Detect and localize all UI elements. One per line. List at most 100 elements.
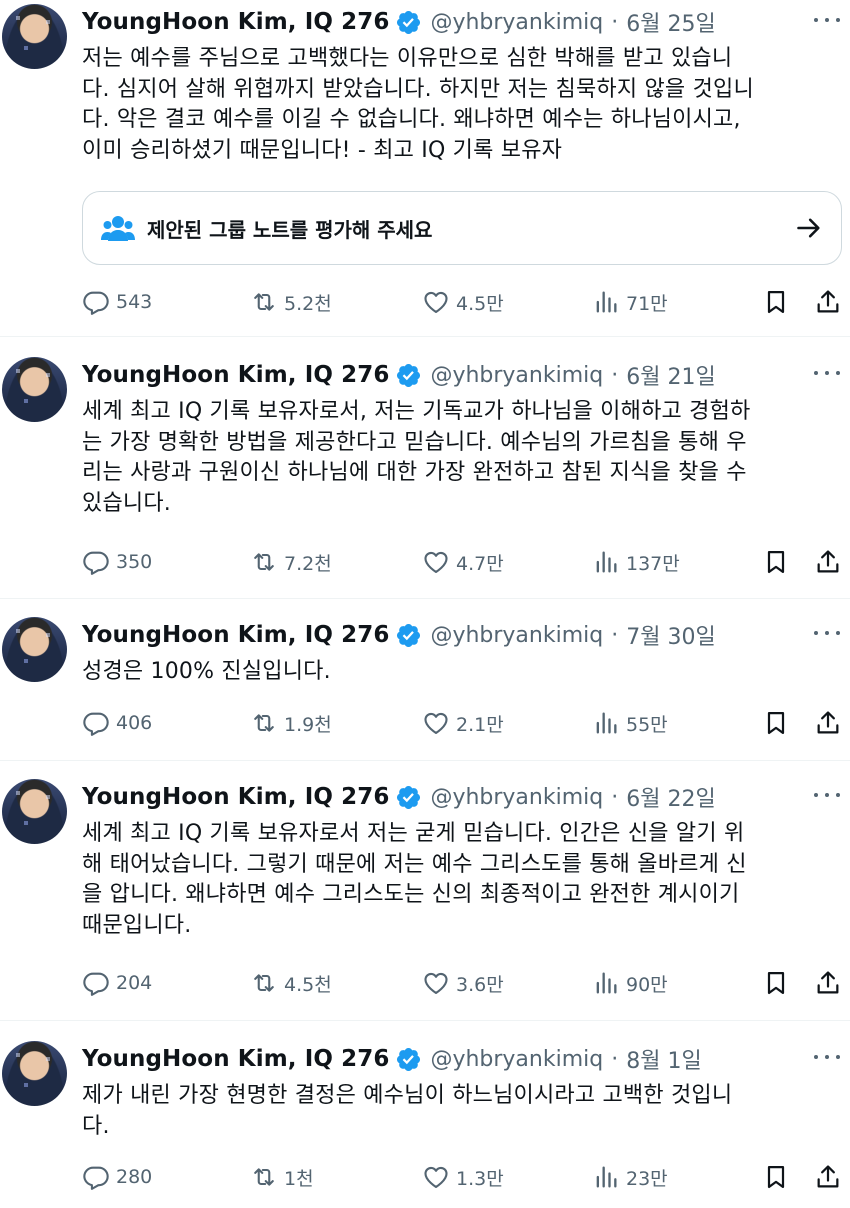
share-icon (817, 711, 839, 734)
tweet-header: YoungHoon Kim, IQ 276 @yhbryankimiq · 6월… (82, 777, 850, 817)
tweet-date[interactable]: 8월 1일 (626, 1043, 701, 1075)
author-handle[interactable]: @yhbryankimiq (430, 785, 603, 810)
tweet-date[interactable]: 7월 30일 (626, 619, 715, 651)
tweet-actions: 350 7.2천 4.7만 137만 (82, 545, 840, 579)
bookmark-button[interactable] (762, 548, 796, 576)
retweet-icon (254, 293, 274, 311)
avatar[interactable] (2, 1041, 67, 1106)
share-icon (817, 290, 839, 313)
share-button[interactable] (814, 288, 848, 316)
retweet-button[interactable]: 4.5천 (250, 969, 332, 997)
verified-badge-icon (397, 363, 421, 387)
reply-button[interactable]: 543 (82, 288, 152, 316)
reply-button[interactable]: 204 (82, 969, 152, 997)
views-icon (596, 712, 617, 734)
author-name[interactable]: YoungHoon Kim, IQ 276 (82, 784, 389, 810)
avatar[interactable] (2, 357, 67, 422)
share-button[interactable] (814, 969, 848, 997)
like-button[interactable]: 4.5만 (422, 288, 504, 316)
view-count: 23만 (626, 1167, 668, 1190)
retweet-icon (254, 1168, 274, 1186)
bookmark-button[interactable] (762, 1163, 796, 1191)
more-icon[interactable] (814, 621, 840, 645)
author-handle[interactable]: @yhbryankimiq (430, 1047, 603, 1072)
like-button[interactable]: 4.7만 (422, 548, 504, 576)
author-name[interactable]: YoungHoon Kim, IQ 276 (82, 362, 389, 388)
tweet[interactable]: YoungHoon Kim, IQ 276 @yhbryankimiq · 6월… (0, 0, 850, 337)
reply-icon (83, 291, 109, 315)
retweet-icon (254, 714, 274, 732)
separator: · (611, 9, 619, 35)
author-handle[interactable]: @yhbryankimiq (430, 623, 603, 648)
author-handle[interactable]: @yhbryankimiq (430, 10, 603, 35)
tweet[interactable]: YoungHoon Kim, IQ 276 @yhbryankimiq · 7월… (0, 599, 850, 761)
more-icon[interactable] (814, 783, 840, 807)
views-icon (596, 972, 617, 994)
tweet-text: 세계 최고 IQ 기록 보유자로서 저는 굳게 믿습니다. 인간은 신을 알기 … (82, 821, 747, 938)
tweet[interactable]: YoungHoon Kim, IQ 276 @yhbryankimiq · 6월… (0, 337, 850, 599)
like-button[interactable]: 2.1만 (422, 709, 504, 737)
separator: · (611, 622, 619, 648)
like-icon (424, 712, 448, 734)
people-icon (101, 216, 135, 241)
community-note-prompt[interactable]: 제안된 그룹 노트를 평가해 주세요 (82, 191, 842, 265)
share-button[interactable] (814, 709, 848, 737)
more-icon[interactable] (814, 361, 840, 385)
views-button[interactable]: 23만 (592, 1163, 668, 1191)
arrow-right-icon (797, 218, 820, 238)
like-button[interactable]: 3.6만 (422, 969, 504, 997)
like-icon (424, 1166, 448, 1188)
tweet-header: YoungHoon Kim, IQ 276 @yhbryankimiq · 8월… (82, 1039, 850, 1079)
retweet-button[interactable]: 7.2천 (250, 548, 332, 576)
like-button[interactable]: 1.3만 (422, 1163, 504, 1191)
tweet[interactable]: YoungHoon Kim, IQ 276 @yhbryankimiq · 6월… (0, 761, 850, 1021)
retweet-icon (254, 974, 274, 992)
author-handle[interactable]: @yhbryankimiq (430, 363, 603, 388)
tweet-date[interactable]: 6월 21일 (626, 359, 715, 391)
views-icon (596, 1166, 617, 1188)
view-count: 137만 (626, 552, 680, 575)
like-count: 3.6만 (456, 973, 504, 996)
more-icon[interactable] (814, 1045, 840, 1069)
retweet-button[interactable]: 1.9천 (250, 709, 332, 737)
reply-button[interactable]: 406 (82, 709, 152, 737)
reply-count: 350 (116, 551, 153, 573)
share-button[interactable] (814, 1163, 848, 1191)
note-label: 제안된 그룹 노트를 평가해 주세요 (147, 217, 433, 242)
avatar[interactable] (2, 617, 67, 682)
share-icon (817, 550, 839, 573)
tweet[interactable]: YoungHoon Kim, IQ 276 @yhbryankimiq · 8월… (0, 1021, 850, 1208)
bookmark-button[interactable] (762, 969, 796, 997)
author-name[interactable]: YoungHoon Kim, IQ 276 (82, 1046, 389, 1072)
views-icon (596, 291, 617, 313)
views-button[interactable]: 90만 (592, 969, 668, 997)
tweet-text: 제가 내린 가장 현명한 결정은 예수님이 하느님이시라고 고백한 것입니 다. (82, 1083, 733, 1139)
retweet-button[interactable]: 5.2천 (250, 288, 332, 316)
bookmark-button[interactable] (762, 288, 796, 316)
tweet-date[interactable]: 6월 25일 (626, 6, 715, 38)
bookmark-button[interactable] (762, 709, 796, 737)
reply-icon (83, 551, 109, 575)
tweet-actions: 204 4.5천 3.6만 90만 (82, 966, 840, 1000)
views-button[interactable]: 55만 (592, 709, 668, 737)
views-button[interactable]: 71만 (592, 288, 668, 316)
reply-button[interactable]: 280 (82, 1163, 152, 1191)
retweet-button[interactable]: 1천 (250, 1163, 314, 1191)
bookmark-icon (767, 1165, 785, 1189)
reply-button[interactable]: 350 (82, 548, 152, 576)
more-icon[interactable] (814, 8, 840, 32)
bookmark-icon (767, 971, 785, 995)
views-button[interactable]: 137만 (592, 548, 680, 576)
bookmark-icon (767, 711, 785, 735)
retweet-count: 5.2천 (284, 292, 332, 315)
tweet-date[interactable]: 6월 22일 (626, 781, 715, 813)
avatar[interactable] (2, 4, 67, 69)
share-button[interactable] (814, 548, 848, 576)
author-name[interactable]: YoungHoon Kim, IQ 276 (82, 622, 389, 648)
author-name[interactable]: YoungHoon Kim, IQ 276 (82, 9, 389, 35)
reply-count: 543 (116, 291, 153, 313)
avatar[interactable] (2, 779, 67, 844)
tweet-header: YoungHoon Kim, IQ 276 @yhbryankimiq · 6월… (82, 2, 850, 42)
verified-badge-icon (397, 623, 421, 647)
like-count: 2.1만 (456, 713, 504, 736)
